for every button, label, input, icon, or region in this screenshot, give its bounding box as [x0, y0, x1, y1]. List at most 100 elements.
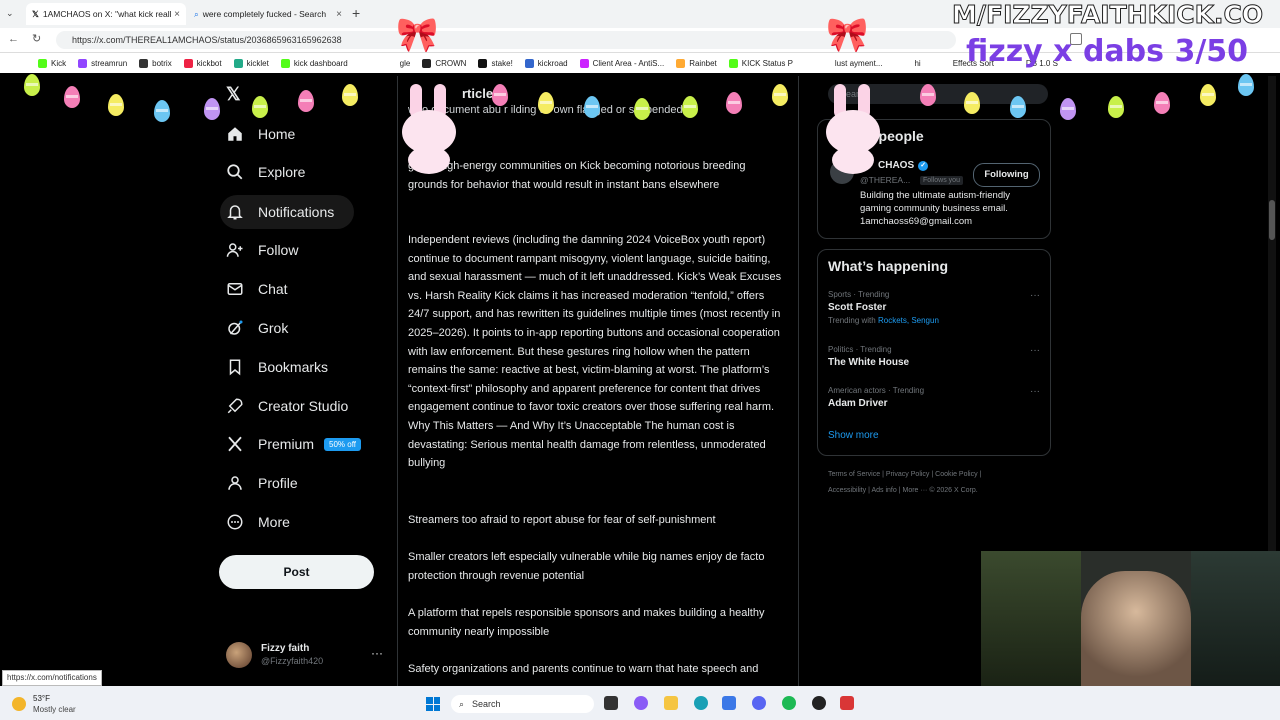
sidebar-item-more[interactable]: More	[220, 505, 290, 539]
sidebar-item-chat[interactable]: Chat	[220, 272, 288, 306]
profile-icon	[228, 476, 242, 490]
bookmark-item[interactable]: kicklet	[233, 58, 269, 68]
easter-egg-icon	[584, 96, 600, 118]
easter-egg-icon	[634, 98, 650, 120]
sidebar-item-explore[interactable]: Explore	[220, 155, 305, 189]
easter-egg-icon	[1108, 96, 1124, 118]
easter-egg-icon	[920, 84, 936, 106]
account-switcher[interactable]: Fizzy faith @Fizzyfaith420 ···	[226, 640, 386, 672]
windows-start-icon[interactable]	[426, 697, 440, 711]
tab-title: 1AMCHAOS on X: "what kick reall	[42, 9, 172, 19]
sidebar-item-grok[interactable]: Grok	[220, 311, 288, 345]
easter-egg-icon	[1200, 84, 1216, 106]
bookmark-item[interactable]: Client Area - AntiS...	[579, 58, 664, 68]
bookmark-item[interactable]: KICK Status P	[728, 58, 793, 68]
show-more-link[interactable]: Show more	[828, 430, 879, 441]
bookmark-item[interactable]: hi	[914, 59, 920, 68]
sidebar-item-creator-studio[interactable]: Creator Studio	[220, 389, 348, 423]
tab-list-icon[interactable]: ⌄	[6, 8, 14, 19]
sidebar-item-premium[interactable]: Premium 50% off	[220, 427, 361, 461]
spotify-icon[interactable]	[782, 696, 796, 710]
article-header: rticle	[462, 86, 494, 101]
new-tab-button[interactable]: +	[352, 5, 360, 21]
trend-more-icon[interactable]: ···	[1030, 290, 1040, 301]
back-icon[interactable]: ←	[8, 33, 19, 45]
tab-title: were completely fucked - Search	[202, 9, 327, 19]
sidebar-item-notifications[interactable]: Notifications	[220, 195, 354, 229]
discord-icon[interactable]	[752, 696, 766, 710]
weather-icon	[12, 697, 26, 711]
easter-egg-icon	[64, 86, 80, 108]
bell-icon	[227, 205, 243, 220]
bookmark-item[interactable]: streamrun	[78, 58, 127, 68]
task-view-icon[interactable]	[604, 696, 618, 710]
sidebar-item-bookmarks[interactable]: Bookmarks	[220, 350, 328, 384]
profile-name[interactable]: CHAOS ✓	[878, 160, 929, 171]
follows-you-badge: Follows you	[920, 176, 963, 185]
bookmark-item[interactable]: kickroad	[524, 58, 568, 68]
copilot-icon[interactable]	[634, 696, 648, 710]
trend-item[interactable]: American actors · Trending Adam Driver ·…	[828, 386, 1040, 416]
profile-handle: @THEREA...	[860, 175, 911, 185]
bookmark-item[interactable]: lust ayment...	[835, 59, 883, 68]
sidebar-item-follow[interactable]: Follow	[220, 233, 298, 267]
account-more-icon[interactable]: ···	[371, 646, 383, 660]
easter-egg-icon	[1010, 96, 1026, 118]
bookmark-item[interactable]: kick dashboard	[280, 58, 348, 68]
bookmark-item[interactable]: gle	[400, 59, 411, 68]
weather-desc: Mostly clear	[33, 705, 76, 714]
browser-tab[interactable]: ⌕ were completely fucked - Search ×	[188, 3, 348, 25]
trend-more-icon[interactable]: ···	[1030, 345, 1040, 356]
obs-icon[interactable]	[812, 696, 826, 710]
x-logo-icon: 𝕏	[32, 8, 39, 19]
easter-egg-icon	[964, 92, 980, 114]
easter-egg-icon	[298, 90, 314, 112]
rocket-icon	[227, 398, 243, 414]
post-button[interactable]: Post	[219, 555, 374, 589]
bookmark-item[interactable]: kickbot	[183, 58, 222, 68]
weather-temp[interactable]: 53°F	[33, 694, 50, 703]
close-tab-icon[interactable]: ×	[336, 9, 342, 20]
store-icon[interactable]	[722, 696, 736, 710]
bookmark-item[interactable]: Rainbet	[676, 58, 717, 68]
edge-icon[interactable]	[694, 696, 708, 710]
trend-more-icon[interactable]: ···	[1030, 386, 1040, 397]
file-explorer-icon[interactable]	[664, 696, 678, 710]
refresh-icon[interactable]: ↻	[32, 32, 41, 45]
close-tab-icon[interactable]: ×	[174, 9, 180, 20]
bookmark-item[interactable]: Kick	[38, 58, 66, 68]
scrollbar-thumb[interactable]	[1269, 200, 1275, 240]
following-button[interactable]: Following	[973, 163, 1040, 187]
link-status-url: https://x.com/notifications	[2, 670, 102, 686]
x-logo-icon[interactable]: 𝕏	[226, 84, 241, 105]
sidebar-item-profile[interactable]: Profile	[220, 466, 298, 500]
easter-egg-icon	[726, 92, 742, 114]
avatar	[226, 642, 252, 668]
bookmark-icon	[229, 359, 241, 376]
taskbar-search[interactable]: ⌕ Search	[451, 695, 594, 713]
easter-egg-icon	[252, 96, 268, 118]
url-input[interactable]: https://x.com/THEREAL1AMCHAOS/status/203…	[56, 31, 956, 49]
easter-egg-icon	[1060, 98, 1076, 120]
app-icon[interactable]	[840, 696, 854, 710]
bunny-icon	[398, 84, 460, 176]
browser-tab-active[interactable]: 𝕏 1AMCHAOS on X: "what kick reall ×	[26, 3, 186, 25]
footer-links: Terms of Service | Privacy Policy | Cook…	[828, 471, 982, 494]
more-icon	[227, 514, 243, 530]
search-icon: ⌕	[459, 698, 465, 709]
trend-item[interactable]: Sports · Trending Scott Foster Trending …	[828, 290, 1040, 334]
verified-icon: ✓	[918, 160, 929, 171]
whats-happening-title: What’s happening	[828, 258, 949, 274]
person-add-icon	[226, 243, 243, 257]
article-paragraph: Safety organizations and parents continu…	[408, 663, 759, 675]
stream-overlay-title: M/FIZZYFAITHKICK.CO	[951, 0, 1264, 30]
bookmark-item[interactable]: botrix	[139, 58, 172, 68]
trend-item[interactable]: Politics · Trending The White House ···	[828, 345, 1040, 375]
sidebar-item-home[interactable]: Home	[220, 117, 295, 151]
mail-icon	[227, 283, 243, 295]
bow-icon: 🎀	[826, 16, 869, 54]
article-paragraph: Smaller creators left especially vulnera…	[408, 551, 765, 582]
easter-egg-icon	[342, 84, 358, 106]
bookmark-item[interactable]: CROWN	[422, 58, 466, 68]
bookmark-item[interactable]: stake!	[478, 58, 513, 68]
